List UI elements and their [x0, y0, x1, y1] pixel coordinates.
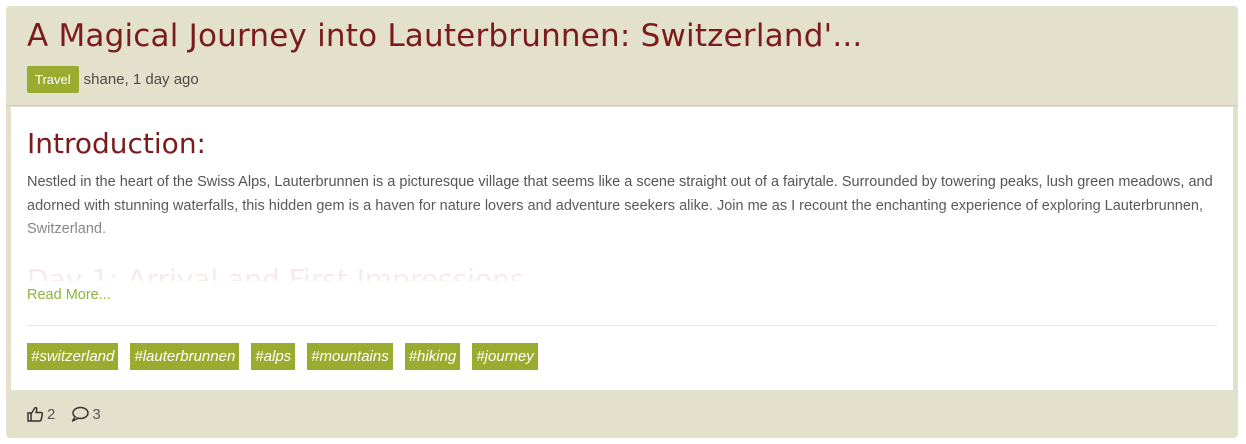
post-excerpt: Nestled in the heart of the Swiss Alps, … [27, 174, 1213, 237]
thumbs-up-icon [27, 406, 44, 422]
category-badge[interactable]: Travel [27, 66, 79, 93]
post-title[interactable]: A Magical Journey into Lauterbrunnen: Sw… [27, 18, 863, 54]
tag-alps[interactable]: #alps [251, 343, 296, 370]
post-footer: 2 3 [6, 390, 1238, 438]
read-more-link[interactable]: Read More... [27, 287, 111, 303]
tag-hiking[interactable]: #hiking [404, 343, 461, 370]
comment-button[interactable]: 3 [71, 405, 101, 423]
post-header: A Magical Journey into Lauterbrunnen: Sw… [6, 6, 1238, 106]
comment-icon [72, 406, 90, 422]
tag-journey[interactable]: #journey [472, 343, 538, 370]
post-byline: shane, 1 day ago [83, 71, 199, 88]
post-body: Introduction: Nestled in the heart of th… [11, 107, 1233, 390]
post-meta: Travel shane, 1 day ago [27, 66, 199, 93]
tag-list: #switzerland #lauterbrunnen #alps #mount… [27, 343, 550, 370]
like-button[interactable]: 2 [27, 406, 55, 423]
like-count: 2 [47, 405, 56, 423]
intro-heading: Introduction: [27, 127, 206, 160]
post-card: A Magical Journey into Lauterbrunnen: Sw… [6, 6, 1238, 438]
tag-lauterbrunnen[interactable]: #lauterbrunnen [130, 343, 240, 370]
tag-switzerland[interactable]: #switzerland [27, 343, 119, 370]
truncated-section-heading: Day 1: Arrival and First Impressions [27, 263, 525, 281]
tag-mountains[interactable]: #mountains [307, 343, 393, 370]
divider [27, 325, 1217, 326]
comment-count: 3 [92, 405, 101, 423]
